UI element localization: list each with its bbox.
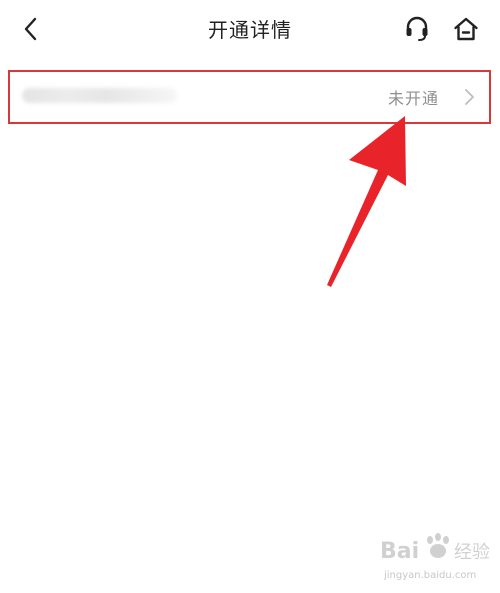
chevron-left-icon — [24, 17, 37, 41]
home-button[interactable] — [448, 11, 484, 47]
navigation-bar: 开通详情 — [0, 0, 500, 58]
watermark-url: jingyan.baidu.com — [384, 570, 477, 581]
svg-text:经验: 经验 — [454, 542, 490, 563]
back-button[interactable] — [14, 12, 48, 46]
chevron-right-icon — [465, 89, 474, 105]
home-icon — [454, 17, 478, 41]
headset-icon — [406, 16, 428, 41]
watermark: Bai 经验 jingyan.baidu.com — [380, 530, 495, 585]
customer-service-button[interactable] — [399, 11, 435, 47]
service-status: 未开通 — [387, 89, 439, 108]
baidu-jingyan-logo: Bai 经验 — [380, 533, 490, 564]
service-item[interactable]: 未开通 — [8, 70, 491, 124]
svg-text:Bai: Bai — [380, 539, 419, 564]
service-name-redacted — [22, 88, 177, 103]
